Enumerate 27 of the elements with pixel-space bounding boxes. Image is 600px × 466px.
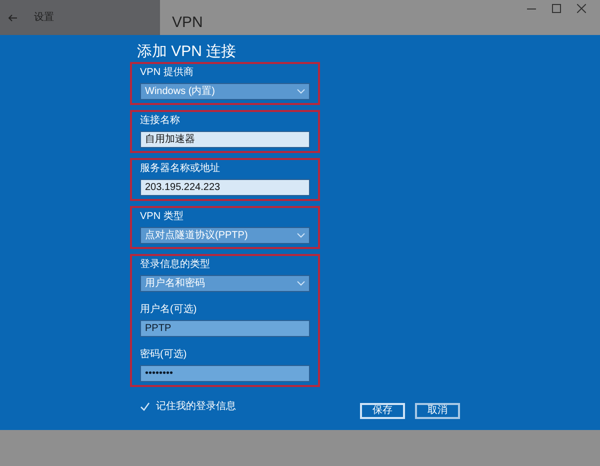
dropdown[interactable]: Windows (内置) bbox=[140, 83, 310, 100]
field-label: 登录信息的类型 bbox=[140, 259, 211, 271]
window-title: 设置 bbox=[34, 10, 54, 25]
cancel-button[interactable]: 取消 bbox=[415, 403, 460, 419]
field-label: VPN 提供商 bbox=[140, 67, 194, 79]
field-label: VPN 类型 bbox=[140, 211, 184, 223]
page-heading: VPN bbox=[172, 14, 203, 32]
maximize-icon[interactable] bbox=[552, 4, 561, 13]
checkbox-label: 记住我的登录信息 bbox=[156, 400, 236, 414]
field-label: 用户名(可选) bbox=[140, 304, 198, 316]
field-label: 服务器名称或地址 bbox=[140, 163, 221, 175]
save-button[interactable]: 保存 bbox=[360, 403, 405, 419]
checkmark-icon[interactable] bbox=[140, 402, 150, 411]
chevron-down-icon bbox=[297, 233, 305, 238]
dialog-title: 添加 VPN 连接 bbox=[137, 43, 238, 61]
field-label: 连接名称 bbox=[140, 115, 181, 127]
password-field[interactable]: •••••••• bbox=[140, 365, 310, 382]
chevron-down-icon bbox=[297, 89, 305, 94]
close-icon[interactable] bbox=[577, 4, 586, 13]
dropdown[interactable]: 用户名和密码 bbox=[140, 275, 310, 292]
field-label: 密码(可选) bbox=[140, 349, 188, 361]
input-field[interactable]: 203.195.224.223 bbox=[140, 179, 310, 196]
input-field[interactable]: PPTP bbox=[140, 320, 310, 337]
input-field[interactable]: 自用加速器 bbox=[140, 131, 310, 148]
dropdown[interactable]: 点对点隧道协议(PPTP) bbox=[140, 227, 310, 244]
back-arrow-icon[interactable] bbox=[8, 14, 18, 22]
chevron-down-icon bbox=[297, 281, 305, 286]
